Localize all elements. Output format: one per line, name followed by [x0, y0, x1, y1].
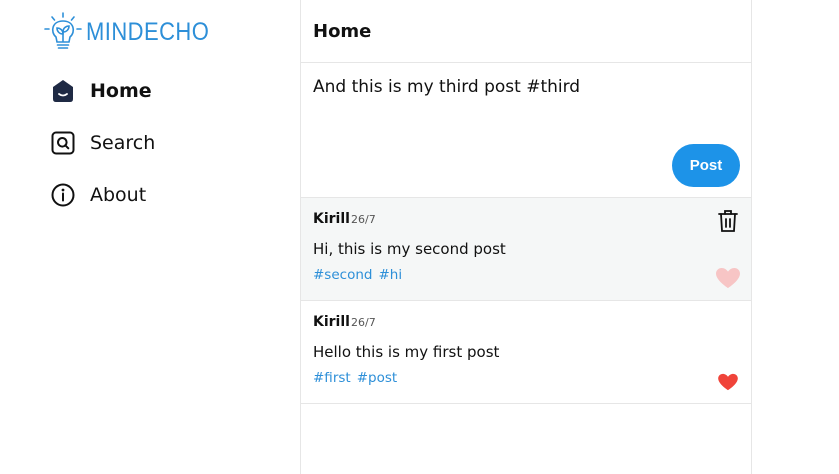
post-tags: #second #hi — [313, 267, 402, 283]
sidebar-nav: Home Search About — [50, 74, 280, 230]
heart-icon[interactable] — [717, 373, 739, 391]
page-header: Home — [301, 0, 751, 63]
post-date: 26/7 — [351, 316, 376, 329]
nav-item-home[interactable]: Home — [50, 74, 280, 108]
nav-item-search[interactable]: Search — [50, 126, 280, 160]
post-author[interactable]: Kirill — [313, 314, 350, 330]
hashtag-link[interactable]: #second — [313, 267, 372, 283]
nav-item-about[interactable]: About — [50, 178, 280, 212]
post-author[interactable]: Kirill — [313, 211, 350, 227]
nav-label-home: Home — [90, 80, 152, 102]
nav-label-search: Search — [90, 132, 156, 154]
heart-icon[interactable] — [715, 267, 741, 289]
brand-name: MINDECHO — [86, 17, 210, 46]
post-date: 26/7 — [351, 213, 376, 226]
post-composer: And this is my third post #third Post — [301, 63, 751, 198]
nav-label-about: About — [90, 184, 147, 206]
post-card[interactable]: Kirill 26/7 Hi, this is my second post #… — [301, 198, 751, 301]
hashtag-link[interactable]: #post — [357, 370, 397, 386]
hashtag-link[interactable]: #first — [313, 370, 351, 386]
post-button[interactable]: Post — [672, 144, 740, 187]
post-text: Hello this is my first post — [313, 343, 500, 361]
hashtag-link[interactable]: #hi — [378, 267, 402, 283]
lightbulb-icon — [44, 12, 82, 49]
search-icon — [50, 130, 76, 156]
post-tags: #first #post — [313, 370, 397, 386]
post-card[interactable]: Kirill 26/7 Hello this is my first post … — [301, 301, 751, 404]
composer-input[interactable]: And this is my third post #third — [313, 77, 580, 97]
main-feed: Home And this is my third post #third Po… — [300, 0, 752, 474]
info-icon — [50, 182, 76, 208]
trash-icon[interactable] — [718, 209, 738, 233]
post-text: Hi, this is my second post — [313, 240, 506, 258]
home-icon — [50, 78, 76, 104]
app-logo[interactable]: MINDECHO — [44, 12, 226, 52]
page-title: Home — [313, 20, 372, 42]
